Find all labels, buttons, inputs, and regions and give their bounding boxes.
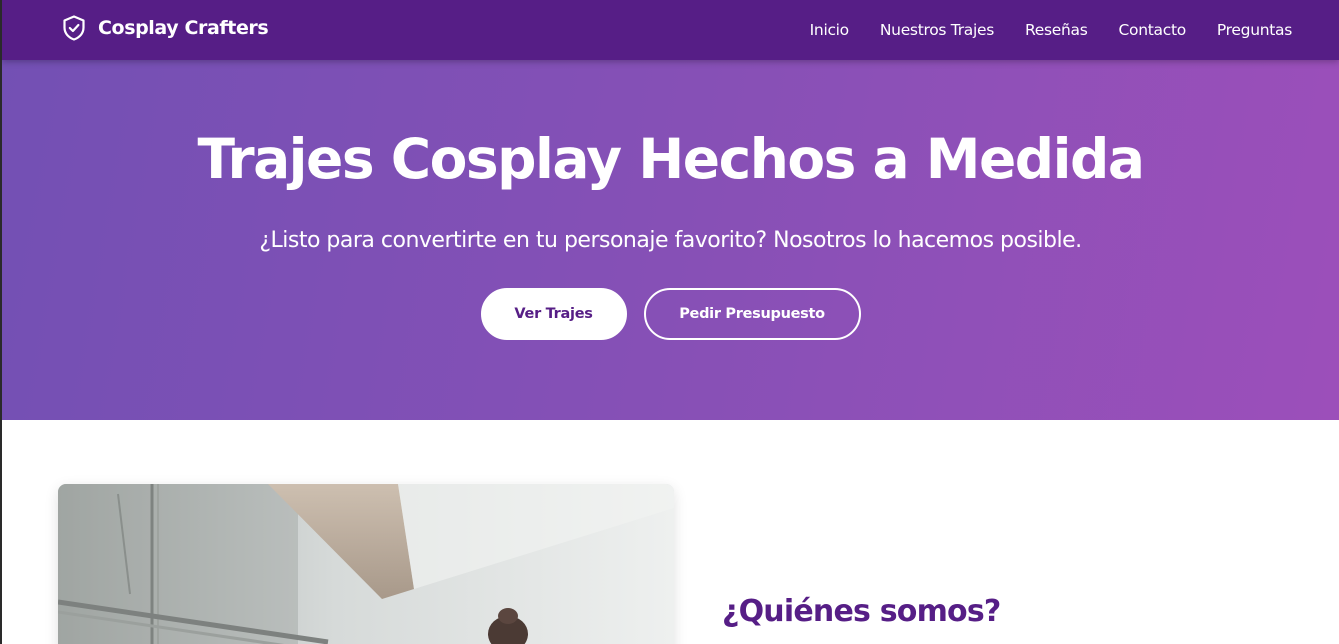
hero-actions: Ver Trajes Pedir Presupuesto: [2, 288, 1339, 340]
brand-name: Cosplay Crafters: [98, 17, 269, 39]
nav-link-inicio[interactable]: Inicio: [810, 21, 850, 39]
main-nav: Inicio Nuestros Trajes Reseñas Contacto …: [810, 0, 1293, 60]
nav-link-preguntas[interactable]: Preguntas: [1217, 21, 1292, 39]
pedir-presupuesto-button[interactable]: Pedir Presupuesto: [643, 288, 861, 340]
about-title: ¿Quiénes somos?: [722, 594, 1001, 629]
about-photo: [58, 484, 674, 644]
brand-logo-link[interactable]: Cosplay Crafters: [60, 14, 269, 42]
nav-link-resenas[interactable]: Reseñas: [1025, 21, 1088, 39]
navbar: Cosplay Crafters Inicio Nuestros Trajes …: [2, 0, 1339, 60]
shield-check-icon: [63, 15, 85, 41]
nav-link-contacto[interactable]: Contacto: [1119, 21, 1187, 39]
hero-subtitle: ¿Listo para convertirte en tu personaje …: [259, 228, 1082, 253]
workshop-photo-image: [58, 484, 674, 644]
hero-title: Trajes Cosplay Hechos a Medida: [197, 127, 1145, 191]
hero-section: Trajes Cosplay Hechos a Medida ¿Listo pa…: [2, 60, 1339, 420]
ver-trajes-button[interactable]: Ver Trajes: [480, 288, 627, 340]
nav-link-nuestros-trajes[interactable]: Nuestros Trajes: [880, 21, 994, 39]
page: Cosplay Crafters Inicio Nuestros Trajes …: [0, 0, 1339, 644]
